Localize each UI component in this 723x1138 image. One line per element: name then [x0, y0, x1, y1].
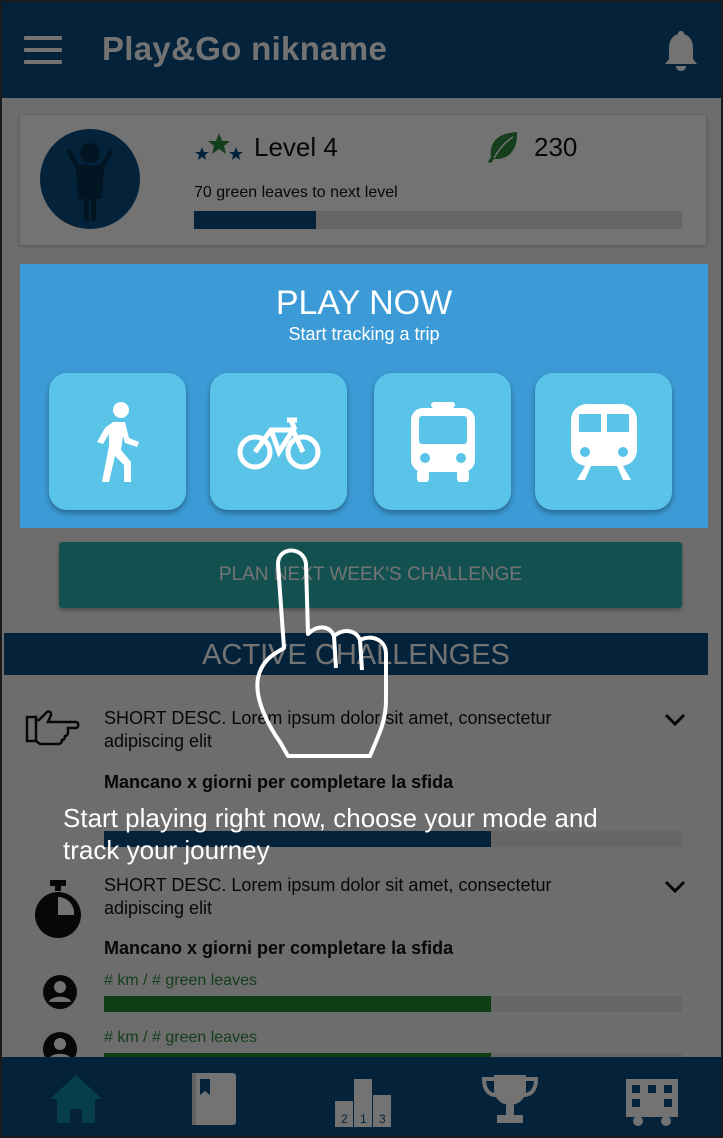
tutorial-text: Start playing right now, choose your mod… — [63, 803, 598, 865]
play-now-subtitle: Start tracking a trip — [288, 324, 440, 344]
challenge-remaining: Mancano x giorni per completare la sfida — [104, 772, 454, 792]
challenge-progress-fill — [104, 996, 492, 1012]
hamburger-menu-icon[interactable] — [24, 36, 62, 64]
city-icon[interactable] — [622, 1069, 682, 1129]
walk-icon — [96, 401, 139, 482]
challenge-progress-bar — [104, 996, 682, 1012]
stopwatch-icon — [35, 880, 81, 938]
svg-text:1: 1 — [360, 1112, 367, 1126]
profile-card: Level 4 230 70 green leaves to next leve… — [20, 115, 706, 245]
train-mode-button[interactable] — [535, 373, 672, 510]
challenge-metric: # km / # green leaves — [104, 1029, 257, 1046]
walk-mode-button[interactable] — [49, 373, 186, 510]
stars-icon — [195, 133, 243, 160]
bell-icon[interactable] — [663, 28, 699, 72]
leaf-icon — [488, 132, 518, 163]
bike-icon — [237, 417, 320, 469]
next-level-text: 70 green leaves to next level — [194, 184, 398, 201]
level-label: Level 4 — [254, 132, 338, 162]
pointing-hand-icon — [25, 710, 80, 746]
bus-icon — [410, 401, 475, 482]
level-progress-bar — [194, 211, 682, 229]
podium-icon[interactable]: 2 1 3 — [333, 1069, 393, 1129]
challenge-remaining: Mancano x giorni per completare la sfida — [104, 938, 454, 958]
app-title: Play&Go nikname — [102, 30, 388, 67]
bottom-navigation: 2 1 3 — [2, 1057, 721, 1136]
diary-icon[interactable] — [184, 1069, 244, 1129]
green-leaves-count: 230 — [534, 132, 578, 162]
play-now-panel: PLAY NOW Start tracking a trip — [20, 264, 708, 528]
bike-mode-button[interactable] — [210, 373, 347, 510]
top-app-bar: Play&Go nikname — [2, 2, 721, 98]
user-icon — [43, 975, 77, 1009]
svg-text:2: 2 — [341, 1112, 348, 1126]
level-progress-fill — [194, 211, 316, 229]
tap-hand-icon — [255, 548, 388, 758]
challenge-metric: # km / # green leaves — [104, 972, 257, 989]
svg-text:3: 3 — [379, 1112, 386, 1126]
play-now-title: PLAY NOW — [275, 284, 453, 322]
app-screen: Play&Go nikname Level 4 230 70 green lea… — [0, 0, 723, 1138]
chevron-down-icon[interactable] — [664, 713, 686, 727]
challenge-description: SHORT DESC. Lorem ipsum dolor sit amet, … — [104, 875, 552, 918]
bus-mode-button[interactable] — [374, 373, 511, 510]
home-icon[interactable] — [46, 1069, 106, 1129]
trophy-icon[interactable] — [480, 1069, 540, 1129]
chevron-down-icon[interactable] — [664, 880, 686, 894]
train-icon — [570, 403, 637, 480]
person-icon[interactable] — [40, 129, 140, 229]
